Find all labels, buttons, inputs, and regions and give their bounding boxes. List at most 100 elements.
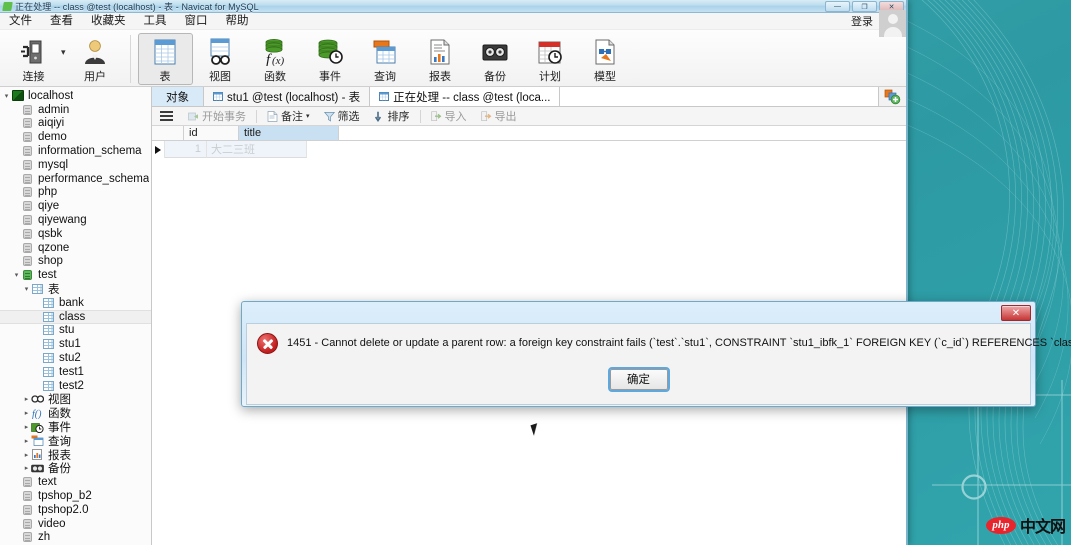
tree-item--[interactable]: ▸ 事件	[0, 420, 151, 434]
tree-item-demo[interactable]: demo	[0, 130, 151, 144]
avatar[interactable]	[879, 9, 906, 37]
menu-item-file[interactable]: 文件	[0, 13, 41, 30]
export-button[interactable]: 导出	[474, 108, 524, 124]
chevron-down-icon[interactable]: ▾	[12, 271, 21, 279]
dialog-close-button[interactable]: ✕	[1001, 305, 1031, 321]
tab-stu1[interactable]: stu1 @test (localhost) - 表	[204, 87, 371, 106]
tree-item-label: 备份	[48, 463, 71, 476]
tree-item-qiye[interactable]: qiye	[0, 199, 151, 213]
menu-item-view[interactable]: 查看	[41, 13, 82, 30]
toolbar-view-button[interactable]: 视图	[193, 33, 248, 85]
object-tree-sidebar[interactable]: ▾ localhost admin aiqiyi demo information_sch…	[0, 87, 152, 545]
tree-item-information_schema[interactable]: information_schema	[0, 144, 151, 158]
toolbar-table-button[interactable]: 表	[137, 33, 193, 85]
chevron-down-icon[interactable]: ▾	[22, 285, 31, 293]
maximize-button[interactable]: ❐	[852, 1, 877, 12]
menu-item-favorites[interactable]: 收藏夹	[82, 13, 135, 30]
chevron-down-icon[interactable]: ▾	[61, 47, 66, 58]
query-icon	[368, 37, 402, 67]
error-dialog: ✕ 1451 - Cannot delete or update a paren…	[241, 301, 1071, 436]
tree-item-test1[interactable]: test1	[0, 365, 151, 379]
tree-item-tpshop_b2[interactable]: tpshop_b2	[0, 489, 151, 503]
filter-button[interactable]: 筛选	[317, 108, 367, 124]
watermark-php-badge: php	[985, 516, 1016, 534]
tree-item-performance_schema[interactable]: performance_schema	[0, 172, 151, 186]
tree-item-test2[interactable]: test2	[0, 379, 151, 393]
menu-item-help[interactable]: 帮助	[217, 13, 258, 30]
database-icon	[21, 477, 34, 488]
tree-item-video[interactable]: video	[0, 517, 151, 531]
tree-item-stu1[interactable]: stu1	[0, 337, 151, 351]
toolbar-view-label: 视图	[209, 71, 232, 83]
tab-objects[interactable]: 对象	[152, 87, 204, 106]
grid-header-title[interactable]: title	[239, 126, 339, 140]
tree-item--[interactable]: ▸ f() 函数	[0, 406, 151, 420]
report-folder-icon	[31, 449, 44, 460]
dialog-ok-button[interactable]: 确定	[607, 366, 670, 392]
tree-item-zh[interactable]: zh	[0, 531, 151, 545]
svg-text:f(): f()	[32, 409, 42, 419]
chevron-right-icon[interactable]: ▸	[22, 409, 31, 417]
toolbar-model-button[interactable]: 模型	[578, 33, 633, 85]
tree-item-test[interactable]: ▾ test	[0, 268, 151, 282]
chevron-right-icon[interactable]: ▸	[22, 464, 31, 472]
cell-title[interactable]: 大二三班	[207, 141, 307, 158]
login-label[interactable]: 登录	[851, 13, 879, 29]
minimize-button[interactable]: —	[825, 1, 850, 12]
chevron-right-icon[interactable]: ▸	[22, 437, 31, 445]
tree-item-stu[interactable]: stu	[0, 324, 151, 338]
chevron-down-icon[interactable]: ▾	[2, 92, 11, 100]
toolbar-query-button[interactable]: 查询	[358, 33, 413, 85]
toolbar-function-button[interactable]: f (x) 函数	[248, 33, 303, 85]
toolbar-user-button[interactable]: 用户	[68, 33, 123, 85]
toolbar-schedule-button[interactable]: 计划	[523, 33, 578, 85]
tree-item-stu2[interactable]: stu2	[0, 351, 151, 365]
tree-item--[interactable]: ▸ 查询	[0, 434, 151, 448]
tab-class-processing[interactable]: 正在处理 -- class @test (loca...	[370, 87, 561, 106]
table-row[interactable]: 1 大二三班	[152, 141, 906, 158]
tree-item-class[interactable]: class	[0, 309, 151, 324]
toolbar-connection-button[interactable]: 连接	[6, 33, 61, 85]
menu-item-window[interactable]: 窗口	[176, 13, 217, 30]
table-icon	[42, 325, 55, 336]
import-button[interactable]: 导入	[424, 108, 474, 124]
chevron-down-icon[interactable]: ▾	[306, 112, 310, 120]
tree-item-shop[interactable]: shop	[0, 255, 151, 269]
tree-item-localhost[interactable]: ▾ localhost	[0, 89, 151, 103]
grid-header-id[interactable]: id	[184, 126, 239, 140]
tree-item-aiqiyi[interactable]: aiqiyi	[0, 117, 151, 131]
database-icon	[21, 132, 34, 143]
tree-item-label: stu	[59, 324, 75, 337]
tree-item--[interactable]: ▾ 表	[0, 282, 151, 296]
chevron-right-icon[interactable]: ▸	[22, 451, 31, 459]
begin-transaction-button[interactable]: 开始事务	[181, 108, 253, 124]
tree-item--[interactable]: ▸ 备份	[0, 462, 151, 476]
toolbar-report-button[interactable]: 报表	[413, 33, 468, 85]
tree-item-tpshop2.0[interactable]: tpshop2.0	[0, 503, 151, 517]
tree-item-qzone[interactable]: qzone	[0, 241, 151, 255]
menu-item-tools[interactable]: 工具	[135, 13, 176, 30]
new-tab-button[interactable]	[879, 87, 906, 106]
login-area[interactable]: 登录	[851, 9, 906, 37]
tree-item-admin[interactable]: admin	[0, 103, 151, 117]
database-icon	[21, 256, 34, 267]
sort-button[interactable]: 排序	[367, 108, 417, 124]
tree-item-mysql[interactable]: mysql	[0, 158, 151, 172]
toolbar-backup-button[interactable]: 备份	[468, 33, 523, 85]
tree-item-text[interactable]: text	[0, 475, 151, 489]
row-marker	[152, 141, 165, 158]
chevron-right-icon[interactable]: ▸	[22, 423, 31, 431]
tree-item--[interactable]: ▸ 报表	[0, 448, 151, 462]
navicat-host-icon	[11, 90, 24, 102]
toolbar-user-label: 用户	[84, 71, 107, 83]
tree-item-qiyewang[interactable]: qiyewang	[0, 213, 151, 227]
chevron-right-icon[interactable]: ▸	[22, 395, 31, 403]
note-button[interactable]: 备注 ▾	[260, 108, 317, 124]
hamburger-icon[interactable]	[160, 111, 181, 121]
tree-item--[interactable]: ▸ 视图	[0, 393, 151, 406]
toolbar-event-button[interactable]: 事件	[303, 33, 358, 85]
cell-id[interactable]: 1	[165, 141, 207, 158]
tree-item-bank[interactable]: bank	[0, 296, 151, 310]
tree-item-php[interactable]: php	[0, 186, 151, 200]
tree-item-qsbk[interactable]: qsbk	[0, 227, 151, 241]
